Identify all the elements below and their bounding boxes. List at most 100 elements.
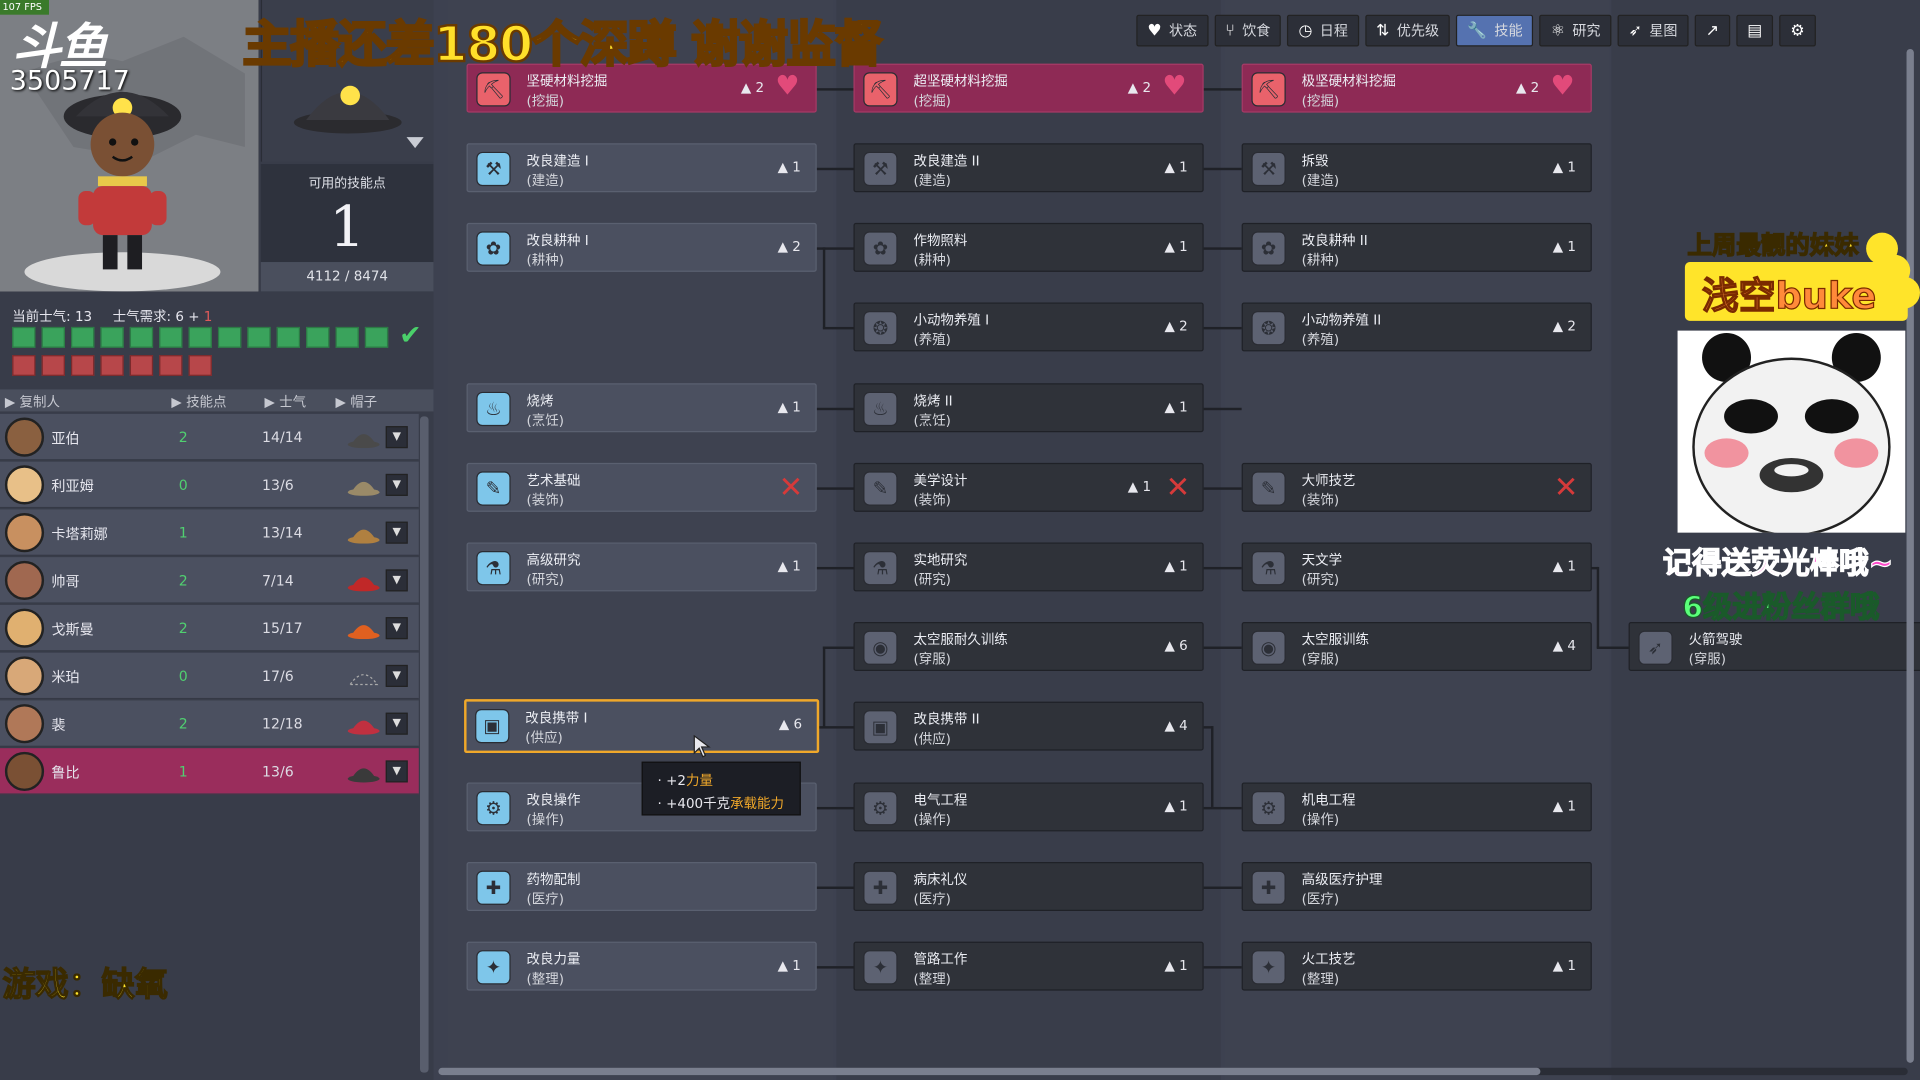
duplicant-row[interactable]: 亚伯 2 14/14 ▼ bbox=[0, 413, 419, 461]
hat-dropdown-button[interactable]: ▼ bbox=[385, 426, 408, 449]
skill-name: 小动物养殖 I bbox=[913, 312, 990, 329]
sort-name[interactable]: ▶ 复制人 bbox=[5, 392, 60, 412]
skill-category: (操作) bbox=[913, 811, 951, 828]
toolbar-label: 状态 bbox=[1168, 22, 1198, 40]
skill-name: 艺术基础 bbox=[526, 472, 581, 489]
skill-node[interactable]: ⚗ 实地研究 (研究) ▲ 1 bbox=[853, 542, 1204, 592]
skill-node[interactable]: ♨ 烧烤 II (烹饪) ▲ 1 bbox=[853, 383, 1204, 433]
sort-morale[interactable]: ▶ 士气 bbox=[264, 392, 306, 412]
skill-name: 太空服训练 bbox=[1301, 631, 1369, 648]
skill-node[interactable]: ▣ 改良携带 I (供应) ▲ 6 bbox=[464, 699, 820, 754]
toolbar-button-日程[interactable]: ◷ 日程 bbox=[1287, 14, 1359, 47]
hat-dropdown-button[interactable]: ▼ bbox=[385, 521, 408, 544]
tree-vertical-scrollbar[interactable] bbox=[1906, 48, 1914, 1063]
duplicant-row[interactable]: 鲁比 1 13/6 ▼ bbox=[0, 748, 419, 795]
hat-dropdown-button[interactable]: ▼ bbox=[385, 473, 408, 496]
prettiest-name: 浅空buke bbox=[1701, 275, 1877, 319]
skill-node[interactable]: ✿ 作物照料 (耕种) ▲ 1 bbox=[853, 222, 1204, 272]
plant-icon: ✿ bbox=[863, 231, 898, 266]
skill-cost: ▲ 2 bbox=[1164, 318, 1188, 335]
skill-category: (穿服) bbox=[1301, 651, 1340, 668]
duplicant-row[interactable]: 米珀 0 17/6 ▼ bbox=[0, 652, 419, 700]
skill-node[interactable]: ✎ 艺术基础 (装饰) ✕ bbox=[466, 462, 817, 512]
skill-name: 小动物养殖 II bbox=[1301, 312, 1382, 329]
pickaxe-icon: ⛏ bbox=[476, 72, 511, 107]
skill-category: (医疗) bbox=[1301, 891, 1340, 908]
morale-bar-required bbox=[12, 355, 212, 377]
skill-node[interactable]: ⚒ 拆毁 (建造) ▲ 1 bbox=[1241, 143, 1592, 193]
skill-node[interactable]: ✦ 管路工作 (整理) ▲ 1 bbox=[853, 941, 1204, 991]
skill-node[interactable]: ▣ 改良携带 II (供应) ▲ 4 bbox=[853, 701, 1204, 751]
heart-icon: ♥ bbox=[1550, 71, 1575, 102]
roster-scrollbar[interactable] bbox=[420, 416, 429, 1073]
skill-name: 美学设计 bbox=[913, 472, 968, 489]
skill-node[interactable]: ➶ 火箭驾驶 (穿服) bbox=[1628, 622, 1920, 672]
skill-node[interactable]: ⚙ 电气工程 (操作) ▲ 1 bbox=[853, 782, 1204, 832]
toolbar-button-优先级[interactable]: ⇅ 优先级 bbox=[1365, 14, 1451, 47]
toolbar-button-状态[interactable]: ♥ 状态 bbox=[1136, 14, 1209, 47]
skill-name: 火工技艺 bbox=[1301, 951, 1356, 968]
duplicant-row[interactable]: 戈斯曼 2 15/17 ▼ bbox=[0, 604, 419, 652]
hat-dropdown-button[interactable]: ▼ bbox=[385, 664, 408, 687]
toolbar-button-技能[interactable]: 🔧 技能 bbox=[1456, 14, 1534, 47]
skill-node[interactable]: ✎ 美学设计 (装饰) ▲ 1 ✕ bbox=[853, 462, 1204, 512]
skill-name: 机电工程 bbox=[1301, 792, 1356, 809]
rocket-icon: ➶ bbox=[1638, 630, 1673, 665]
skill-category: (装饰) bbox=[526, 492, 564, 509]
skill-cost: ▲ 1 bbox=[1127, 478, 1152, 495]
hat-dropdown-button[interactable]: ▼ bbox=[385, 712, 408, 735]
duplicant-row[interactable]: 裴 2 12/18 ▼ bbox=[0, 700, 419, 747]
skill-cost: ▲ 1 bbox=[1552, 957, 1576, 974]
game-label: 游戏：缺氧 bbox=[2, 966, 169, 1005]
toolbar-button-chart[interactable]: ↗ bbox=[1694, 14, 1731, 47]
broom-icon: ✦ bbox=[476, 950, 511, 985]
skill-category: (供应) bbox=[525, 729, 563, 746]
skill-name: 实地研究 bbox=[913, 552, 968, 569]
toolbar-button-book[interactable]: ▤ bbox=[1736, 14, 1774, 47]
skill-node[interactable]: ✚ 病床礼仪 (医疗) bbox=[853, 862, 1204, 912]
skill-node[interactable]: ✿ 改良耕种 II (耕种) ▲ 1 bbox=[1241, 222, 1592, 272]
duplicant-skill-points: 2 bbox=[178, 428, 188, 446]
x-mark-icon: ✕ bbox=[778, 470, 804, 505]
toolbar-button-星图[interactable]: ➶ 星图 bbox=[1617, 14, 1689, 47]
toolbar-button-研究[interactable]: ⚛ 研究 bbox=[1539, 14, 1612, 47]
duplicant-row[interactable]: 帅哥 2 7/14 ▼ bbox=[0, 557, 419, 604]
skill-node[interactable]: ❂ 小动物养殖 II (养殖) ▲ 2 bbox=[1241, 302, 1592, 352]
skill-node[interactable]: ✚ 药物配制 (医疗) bbox=[466, 862, 817, 912]
hat-dropdown-button[interactable]: ▼ bbox=[385, 760, 408, 783]
skill-node[interactable]: ⚒ 改良建造 II (建造) ▲ 1 bbox=[853, 143, 1204, 193]
hat-dropdown-button[interactable]: ▼ bbox=[385, 569, 408, 592]
skill-node[interactable]: ◉ 太空服训练 (穿服) ▲ 4 bbox=[1241, 622, 1592, 672]
toolbar-button-gear[interactable]: ⚙ bbox=[1779, 14, 1816, 47]
hat-dropdown-arrow[interactable] bbox=[406, 137, 424, 149]
skill-node[interactable]: ✦ 改良力量 (整理) ▲ 1 bbox=[466, 941, 817, 991]
skill-node[interactable]: ♨ 烧烤 (烹饪) ▲ 1 bbox=[466, 383, 817, 433]
connector-line bbox=[1203, 167, 1242, 171]
box-icon: ▣ bbox=[863, 710, 898, 745]
skill-cost: ▲ 1 bbox=[777, 558, 801, 575]
skill-node[interactable]: ⚗ 高级研究 (研究) ▲ 1 bbox=[466, 542, 817, 592]
skill-node[interactable]: ⛏ 极坚硬材料挖掘 (挖掘) ▲ 2 ♥ bbox=[1241, 63, 1592, 113]
sort-points[interactable]: ▶ 技能点 bbox=[171, 392, 226, 412]
tree-scrollbar-thumb[interactable] bbox=[438, 1067, 1541, 1076]
book-icon: ▤ bbox=[1747, 21, 1763, 40]
skill-node[interactable]: ✚ 高级医疗护理 (医疗) bbox=[1241, 862, 1592, 912]
toolbar-button-饮食[interactable]: ⑂ 饮食 bbox=[1214, 14, 1282, 47]
pill-icon: ✚ bbox=[863, 870, 898, 905]
hat-dropdown-button[interactable]: ▼ bbox=[385, 617, 408, 640]
connector-line bbox=[1203, 487, 1242, 490]
skill-tooltip: · +2力量 · +400千克承载能力 bbox=[641, 761, 801, 816]
skill-node[interactable]: ◉ 太空服耐久训练 (穿服) ▲ 6 bbox=[853, 622, 1204, 672]
duplicant-row[interactable]: 卡塔莉娜 1 13/14 ▼ bbox=[0, 509, 419, 556]
skill-node[interactable]: ✎ 大师技艺 (装饰) ✕ bbox=[1241, 462, 1592, 512]
skill-node[interactable]: ✦ 火工技艺 (整理) ▲ 1 bbox=[1241, 941, 1592, 991]
duplicant-row[interactable]: 利亚姆 0 13/6 ▼ bbox=[0, 461, 419, 509]
sort-hat[interactable]: ▶ 帽子 bbox=[336, 392, 378, 412]
skill-node[interactable]: ⚙ 机电工程 (操作) ▲ 1 bbox=[1241, 782, 1592, 832]
skill-node[interactable]: ⚒ 改良建造 I (建造) ▲ 1 bbox=[466, 143, 817, 193]
skill-node[interactable]: ✿ 改良耕种 I (耕种) ▲ 2 bbox=[466, 222, 817, 272]
skill-name: 改良耕种 II bbox=[1301, 232, 1368, 249]
skill-node[interactable]: ❂ 小动物养殖 I (养殖) ▲ 2 bbox=[853, 302, 1204, 352]
skill-node[interactable]: ⚗ 天文学 (研究) ▲ 1 bbox=[1241, 542, 1592, 592]
skill-node[interactable]: ⛏ 超坚硬材料挖掘 (挖掘) ▲ 2 ♥ bbox=[853, 63, 1204, 113]
